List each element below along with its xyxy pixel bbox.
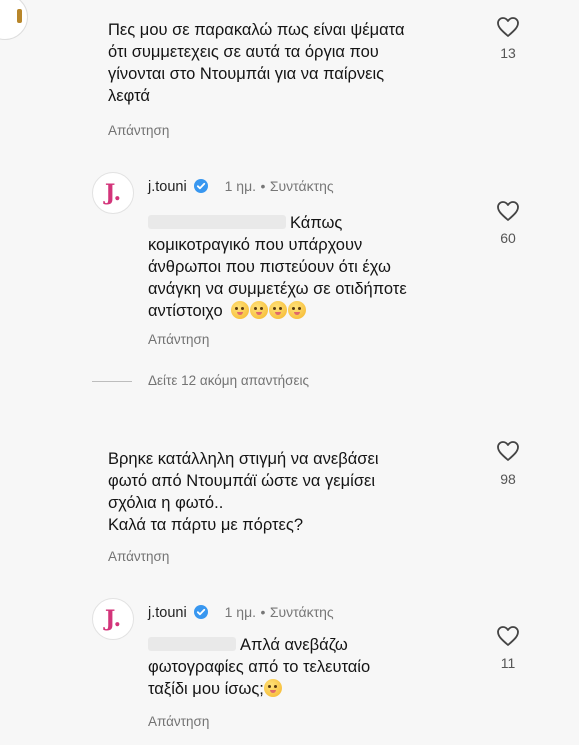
emoji-icon <box>263 679 282 697</box>
comment-text: Πες μου σε παρακαλώ πως είναι ψέματα ότι… <box>108 19 488 107</box>
comment-line: Απλά ανεβάζω <box>240 636 348 654</box>
comment-line: κομικοτραγικό που υπάρχουν <box>148 236 363 254</box>
separator: • <box>260 604 266 620</box>
comment-line: Καλά τα πάρτυ με πόρτες? <box>108 516 304 534</box>
avatar-letter: J. <box>104 606 122 632</box>
comment-line: άνθρωποι που πιστεύουν ότι έχω <box>148 258 391 276</box>
username[interactable]: j.touni <box>148 605 187 621</box>
view-more-replies-button[interactable]: Δείτε 12 ακόμη απαντήσεις <box>148 373 309 388</box>
comment-line: λεφτά <box>108 87 150 105</box>
reply-text: Κάπως κομικοτραγικό που υπάρχουν άνθρωπο… <box>148 212 488 322</box>
mention-redacted[interactable] <box>148 215 286 229</box>
comment-line: ταξίδι μου ίσως; <box>148 680 264 698</box>
comment-line: αντίστοιχο <box>148 302 223 320</box>
mention-redacted[interactable] <box>148 637 236 651</box>
avatar[interactable]: J. <box>92 172 134 214</box>
divider <box>92 381 132 382</box>
verified-badge-icon <box>194 179 209 193</box>
like-count: 60 <box>500 230 516 246</box>
reply-button[interactable]: Απάντηση <box>148 332 209 347</box>
timestamp: 1 ημ. <box>224 178 257 194</box>
separator: • <box>260 178 266 194</box>
username[interactable]: j.touni <box>148 179 187 195</box>
reply-header: j.touni 1 ημ. • Συντάκτης <box>148 178 334 196</box>
role-label: Συντάκτης <box>269 604 334 620</box>
emoji-icon <box>269 301 288 319</box>
verified-badge-icon <box>194 605 209 619</box>
reply-text: Απλά ανεβάζω φωτογραφίες από το τελευταί… <box>148 634 488 700</box>
role-label: Συντάκτης <box>269 178 334 194</box>
comment-line: Πες μου σε παρακαλώ πως είναι ψέματα <box>108 21 405 39</box>
reply-button[interactable]: Απάντηση <box>108 549 169 564</box>
comment-line: ανάγκη να συμμετέχω σε οτιδήποτε <box>148 280 407 298</box>
comment-line: Βρηκε κατάλληλη στιγμή να ανεβάσει <box>108 450 379 468</box>
emoji-icon <box>288 301 307 319</box>
comment-line: φωτό από Ντουμπάϊ ώστε να γεμίσει <box>108 472 376 490</box>
comment-line: γίνονται στο Ντουμπάι για να παίρνεις <box>108 65 385 83</box>
comment-line: ότι συμμετεχεις σε αυτά τα όργια που <box>108 43 379 61</box>
like-count: 13 <box>500 45 516 61</box>
comment-line: σχόλια η φωτό.. <box>108 494 224 512</box>
heart-icon[interactable] <box>496 200 520 222</box>
avatar-redacted[interactable] <box>30 425 74 469</box>
avatar-letter: J. <box>104 180 122 206</box>
emoji-icon <box>231 301 250 319</box>
avatar[interactable]: J. <box>92 598 134 640</box>
like-count: 98 <box>500 471 516 487</box>
heart-icon[interactable] <box>496 625 520 647</box>
reply-header: j.touni 1 ημ. • Συντάκτης <box>148 604 334 622</box>
like-count: 11 <box>500 655 516 671</box>
comment-line: φωτογραφίες από το τελευταίο <box>148 658 371 676</box>
reply-button[interactable]: Απάντηση <box>148 714 209 729</box>
heart-icon[interactable] <box>496 440 520 462</box>
reply-button[interactable]: Απάντηση <box>108 123 169 138</box>
comment-line: Κάπως <box>290 214 343 232</box>
emoji-icon <box>250 301 269 319</box>
timestamp: 1 ημ. <box>224 604 257 620</box>
avatar-partial[interactable] <box>0 0 28 40</box>
comment-text: Βρηκε κατάλληλη στιγμή να ανεβάσει φωτό … <box>108 448 488 536</box>
heart-icon[interactable] <box>496 16 520 38</box>
